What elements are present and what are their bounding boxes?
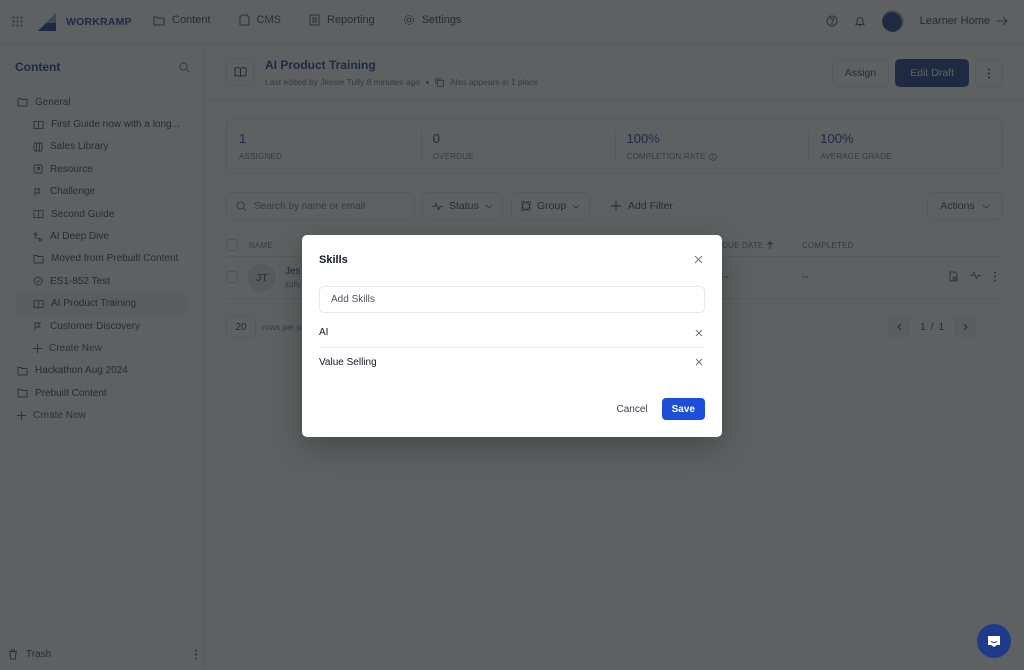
save-button[interactable]: Save bbox=[661, 398, 705, 420]
modal-title: Skills bbox=[319, 254, 348, 266]
cancel-button[interactable]: Cancel bbox=[617, 404, 648, 415]
remove-skill-icon[interactable] bbox=[695, 358, 703, 366]
skills-modal: Skills AI Value Selling Cancel Save bbox=[302, 235, 722, 437]
remove-skill-icon[interactable] bbox=[695, 329, 703, 337]
add-skills-input[interactable] bbox=[319, 286, 705, 313]
skills-list: AI Value Selling bbox=[319, 318, 705, 376]
skill-label: AI bbox=[319, 327, 329, 338]
chat-widget-button[interactable] bbox=[977, 624, 1011, 658]
skill-item: Value Selling bbox=[319, 347, 705, 376]
skill-item: AI bbox=[319, 318, 705, 347]
chat-icon bbox=[987, 635, 1001, 648]
skill-label: Value Selling bbox=[319, 356, 377, 368]
close-icon[interactable] bbox=[694, 255, 703, 264]
